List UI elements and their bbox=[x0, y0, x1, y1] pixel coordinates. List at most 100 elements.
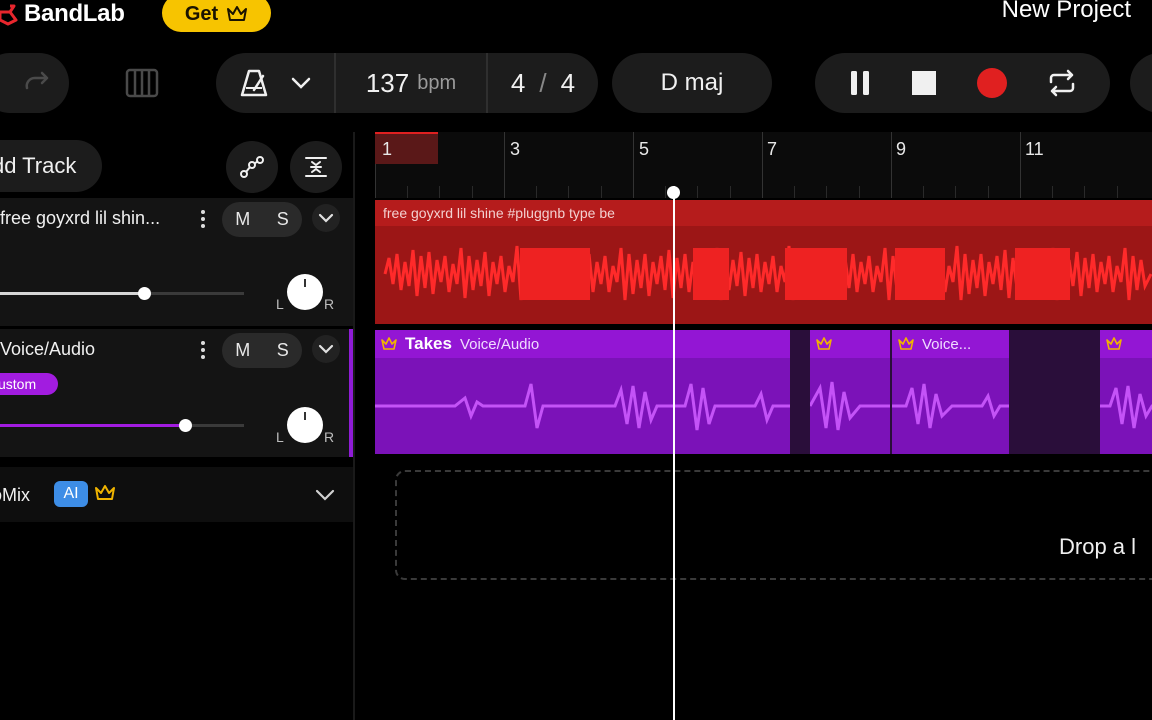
volume-fader[interactable] bbox=[0, 287, 244, 300]
playhead-handle[interactable] bbox=[667, 186, 680, 199]
metronome-control[interactable] bbox=[216, 53, 336, 113]
redo-button[interactable] bbox=[0, 53, 69, 113]
ruler-subtick bbox=[955, 186, 956, 198]
ruler-subtick bbox=[923, 186, 924, 198]
toolbar-edge-button[interactable] bbox=[1130, 53, 1152, 113]
tempo-control[interactable]: 137 bpm bbox=[336, 53, 488, 113]
track-2-lane[interactable]: Takes Voice/Audio Voice... bbox=[375, 330, 1152, 454]
pan-knob[interactable] bbox=[287, 274, 323, 310]
time-signature-numerator: 4 bbox=[510, 67, 526, 98]
automix-row[interactable]: oMix AI bbox=[0, 467, 353, 522]
audio-clip[interactable]: Takes Voice/Audio bbox=[375, 330, 790, 454]
piano-icon bbox=[125, 68, 159, 98]
clip-name: Voice... bbox=[922, 335, 972, 353]
clip-header: Takes Voice/Audio bbox=[375, 330, 790, 358]
chevron-down-icon[interactable] bbox=[314, 485, 336, 505]
solo-button[interactable]: S bbox=[277, 340, 289, 361]
track-name[interactable]: Voice/Audio bbox=[0, 339, 95, 360]
track-expand-button[interactable] bbox=[312, 204, 340, 232]
track-header-2[interactable]: Voice/Audio M S ustom L R bbox=[0, 329, 353, 457]
audio-clip[interactable]: Voice... bbox=[892, 330, 1009, 454]
region-header: free goyxrd lil shine #pluggnb type be bbox=[375, 200, 1152, 226]
waveform-purple bbox=[1100, 385, 1152, 429]
ruler-tick bbox=[891, 132, 892, 198]
get-label: Get bbox=[184, 2, 219, 25]
tempo-group: 137 bpm 4 / 4 bbox=[216, 53, 598, 113]
ruler-subtick bbox=[730, 186, 731, 198]
ai-badge: AI bbox=[54, 481, 88, 507]
track-height-button[interactable] bbox=[290, 141, 342, 193]
volume-fader-thumb[interactable] bbox=[179, 419, 192, 432]
region-title: free goyxrd lil shine #pluggnb type be bbox=[383, 205, 615, 221]
ruler-subtick bbox=[988, 186, 989, 198]
ruler-tick bbox=[633, 132, 634, 198]
mute-button[interactable]: M bbox=[235, 209, 250, 230]
audio-clip[interactable] bbox=[1100, 330, 1152, 454]
ruler-subtick bbox=[697, 186, 698, 198]
ruler-tick bbox=[762, 132, 763, 198]
solo-button[interactable]: S bbox=[277, 209, 289, 230]
ruler-subtick bbox=[1117, 186, 1118, 198]
brand-name: BandLab bbox=[24, 0, 125, 27]
ruler-bar-number: 3 bbox=[510, 139, 521, 159]
pan-right-label: R bbox=[324, 429, 335, 445]
project-title[interactable]: New Project bbox=[1002, 0, 1131, 24]
ruler-subtick bbox=[1084, 186, 1085, 198]
track-header-1[interactable]: free goyxrd lil shin... M S L R bbox=[0, 198, 353, 326]
automation-button[interactable] bbox=[226, 141, 278, 193]
panel-divider[interactable] bbox=[353, 132, 355, 720]
drop-zone[interactable] bbox=[395, 470, 1152, 580]
ruler-subtick bbox=[439, 186, 440, 198]
ruler-subtick bbox=[1052, 186, 1053, 198]
volume-fader-thumb[interactable] bbox=[138, 287, 151, 300]
ruler-subtick bbox=[407, 186, 408, 198]
get-membership-button[interactable]: Get bbox=[162, 0, 271, 32]
time-signature-control[interactable]: 4 / 4 bbox=[488, 53, 598, 113]
tempo-value: 137 bbox=[365, 67, 410, 98]
playhead[interactable] bbox=[673, 186, 675, 720]
piano-button[interactable] bbox=[100, 53, 184, 113]
track-name[interactable]: free goyxrd lil shin... bbox=[0, 208, 160, 229]
pause-icon[interactable] bbox=[848, 69, 872, 97]
ruler-subtick bbox=[859, 186, 860, 198]
ruler-subtick bbox=[536, 186, 537, 198]
waveform-red bbox=[383, 245, 1152, 301]
ruler-tick bbox=[1020, 132, 1021, 198]
pan-right-label: R bbox=[324, 296, 335, 312]
track-expand-button[interactable] bbox=[312, 335, 340, 363]
crown-icon bbox=[1106, 337, 1122, 350]
volume-fader-fill bbox=[0, 424, 185, 427]
clip-header bbox=[810, 330, 890, 358]
audio-region-track-1[interactable]: free goyxrd lil shine #pluggnb type be bbox=[375, 200, 1152, 324]
chevron-down-icon[interactable] bbox=[291, 76, 311, 90]
pan-knob[interactable] bbox=[287, 407, 323, 443]
waveform-purple bbox=[375, 383, 790, 431]
timeline-ruler[interactable]: 1 3 5 7 9 11 bbox=[375, 132, 1152, 198]
effects-preset-badge[interactable]: ustom bbox=[0, 373, 58, 395]
stop-icon[interactable] bbox=[911, 70, 937, 96]
chevron-down-icon bbox=[318, 213, 334, 223]
transport-controls bbox=[815, 53, 1110, 113]
ruler-bar-number: 11 bbox=[1025, 139, 1044, 159]
more-options-icon[interactable] bbox=[196, 208, 210, 230]
ruler-tick bbox=[504, 132, 505, 198]
more-options-icon[interactable] bbox=[196, 339, 210, 361]
key-selector[interactable]: D maj bbox=[612, 53, 772, 113]
loop-icon[interactable] bbox=[1047, 68, 1077, 98]
crown-icon bbox=[898, 337, 914, 350]
brand[interactable]: BandLab bbox=[0, 0, 125, 34]
mute-solo-group: M S bbox=[222, 202, 302, 237]
ruler-bar-number: 7 bbox=[767, 139, 778, 159]
mute-button[interactable]: M bbox=[235, 340, 250, 361]
clip-name: Voice/Audio bbox=[459, 335, 540, 353]
record-icon[interactable] bbox=[976, 67, 1008, 99]
ruler-subtick bbox=[665, 186, 666, 198]
ruler-bar-number: 9 bbox=[896, 139, 907, 159]
volume-fader[interactable] bbox=[0, 419, 244, 432]
chevron-down-icon bbox=[318, 344, 334, 354]
add-track-button[interactable]: dd Track bbox=[0, 140, 102, 192]
bandlab-logo-icon bbox=[0, 4, 18, 26]
metronome-icon bbox=[240, 69, 268, 97]
audio-clip[interactable] bbox=[810, 330, 890, 454]
redo-icon bbox=[25, 71, 48, 90]
